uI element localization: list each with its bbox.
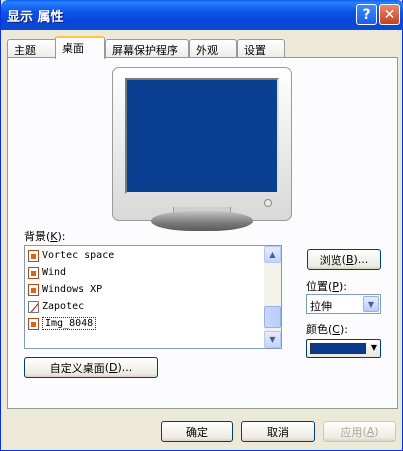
background-listbox[interactable]: Vortec space Wind Windows XP Zapotec Img…: [24, 245, 282, 349]
help-button[interactable]: ?: [356, 4, 377, 25]
desktop-preview-screen: [125, 78, 279, 194]
browse-button[interactable]: 浏览(B)...: [307, 249, 381, 270]
list-item[interactable]: Vortec space: [28, 247, 258, 264]
image-file-icon: [28, 266, 39, 279]
scroll-up-button[interactable]: ▲: [264, 246, 281, 263]
tab-themes[interactable]: 主题: [7, 39, 57, 58]
help-icon: ?: [362, 6, 371, 23]
power-button-icon: [264, 199, 272, 207]
arrow-down-icon: ▼: [269, 335, 276, 344]
close-button[interactable]: ✕: [379, 4, 400, 25]
position-label: 位置(P):: [306, 280, 347, 293]
image-file-icon: [28, 249, 39, 262]
monitor-preview: [112, 67, 292, 221]
background-label: 背景(K):: [24, 230, 66, 243]
no-image-icon: [28, 300, 39, 313]
title-bar[interactable]: 显示 属性 ? ✕: [1, 0, 403, 30]
color-picker-button[interactable]: ▼: [306, 339, 381, 358]
tab-screensaver[interactable]: 屏幕保护程序: [105, 39, 189, 58]
image-file-icon: [28, 317, 39, 330]
arrow-up-icon: ▲: [269, 250, 276, 259]
dropdown-arrow-icon: ▼: [370, 343, 377, 352]
scroll-down-button[interactable]: ▼: [264, 331, 281, 348]
ok-button[interactable]: 确定: [161, 421, 233, 442]
tab-settings[interactable]: 设置: [237, 39, 285, 58]
list-item-selected[interactable]: Img_8048: [28, 315, 258, 332]
image-file-icon: [28, 283, 39, 296]
chevron-down-icon[interactable]: ▼: [363, 296, 379, 312]
close-icon: ✕: [383, 6, 396, 23]
monitor-stand: [151, 211, 253, 231]
display-properties-window: 显示 属性 ? ✕ 主题 桌面 屏幕保护程序 外观 设置 背景(K): Vort…: [0, 0, 403, 451]
color-label: 颜色(C):: [306, 323, 348, 336]
cancel-button[interactable]: 取消: [241, 421, 315, 442]
vertical-scrollbar[interactable]: ▲ ▼: [264, 246, 281, 348]
list-item[interactable]: Windows XP: [28, 281, 258, 298]
list-item[interactable]: Zapotec: [28, 298, 258, 315]
window-title: 显示 属性: [7, 10, 64, 25]
scroll-thumb[interactable]: [264, 306, 281, 328]
customize-desktop-button[interactable]: 自定义桌面(D)...: [24, 357, 158, 378]
desktop-tab-panel: 背景(K): Vortec space Wind Windows XP Zapo…: [7, 57, 398, 409]
tab-desktop[interactable]: 桌面: [55, 36, 105, 59]
apply-button[interactable]: 应用(A): [323, 421, 396, 442]
color-swatch: [310, 343, 366, 354]
list-item[interactable]: Wind: [28, 264, 258, 281]
tab-appearance[interactable]: 外观: [189, 39, 237, 58]
position-select[interactable]: 拉伸 ▼: [306, 294, 381, 314]
